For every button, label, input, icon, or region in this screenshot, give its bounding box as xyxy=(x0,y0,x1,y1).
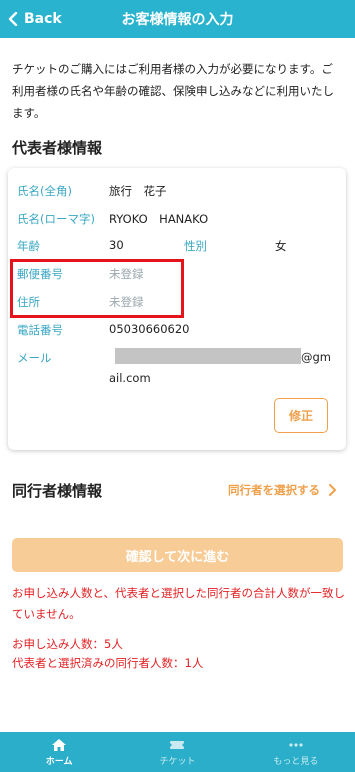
email-redaction xyxy=(115,348,301,364)
representative-section-title: 代表者様情報 xyxy=(12,139,103,157)
phone-label: 電話番号 xyxy=(17,323,63,337)
back-button[interactable]: Back xyxy=(6,0,62,38)
phone-value: 05030660620 xyxy=(109,322,190,336)
email-label: メール xyxy=(17,351,52,365)
name-value: 旅行 花子 xyxy=(109,184,167,198)
companion-section-title: 同行者様情報 xyxy=(12,482,103,500)
roman-name-label: 氏名(ローマ字) xyxy=(17,212,95,226)
email-value-suffix: @gm xyxy=(301,350,332,364)
nav-home[interactable]: ホーム xyxy=(0,732,118,772)
chevron-right-icon xyxy=(329,484,336,496)
confirm-next-button[interactable]: 確認して次に進む xyxy=(12,538,343,572)
highlight-box xyxy=(10,259,184,318)
error-selected-count: 代表者と選択済みの同行者人数：1人 xyxy=(12,656,204,670)
back-label: Back xyxy=(24,11,62,27)
name-label: 氏名(全角) xyxy=(17,184,72,198)
intro-text: チケットのご購入にはご利用者様の入力が必要になります。ご利用者様の氏名や年齢の確… xyxy=(12,62,334,120)
ticket-icon xyxy=(169,740,186,749)
more-icon xyxy=(289,742,303,747)
gender-label: 性別 xyxy=(184,239,207,253)
chevron-left-icon xyxy=(8,12,18,26)
home-icon xyxy=(52,738,67,751)
bottom-nav: ホーム チケット もっと見る xyxy=(0,732,355,772)
select-companion-link[interactable]: 同行者を選択する xyxy=(228,482,338,498)
nav-more-label: もっと見る xyxy=(273,756,319,767)
nav-ticket-label: チケット xyxy=(159,756,196,767)
edit-button[interactable]: 修正 xyxy=(274,398,328,433)
age-value: 30 xyxy=(109,238,124,252)
nav-home-label: ホーム xyxy=(45,756,73,767)
roman-name-value: RYOKO HANAKO xyxy=(109,212,209,226)
email-value-line2: ail.com xyxy=(109,371,151,385)
nav-ticket[interactable]: チケット xyxy=(118,732,236,772)
age-label: 年齢 xyxy=(17,239,40,253)
error-message: お申し込み人数と、代表者と選択した同行者の合計人数が一致していません。 xyxy=(12,586,346,621)
nav-more[interactable]: もっと見る xyxy=(237,732,355,772)
error-applicant-count: お申し込み人数：5人 xyxy=(12,637,123,651)
select-companion-label: 同行者を選択する xyxy=(228,483,320,497)
gender-value: 女 xyxy=(275,239,287,253)
app-header: Back お客様情報の入力 xyxy=(0,0,355,38)
